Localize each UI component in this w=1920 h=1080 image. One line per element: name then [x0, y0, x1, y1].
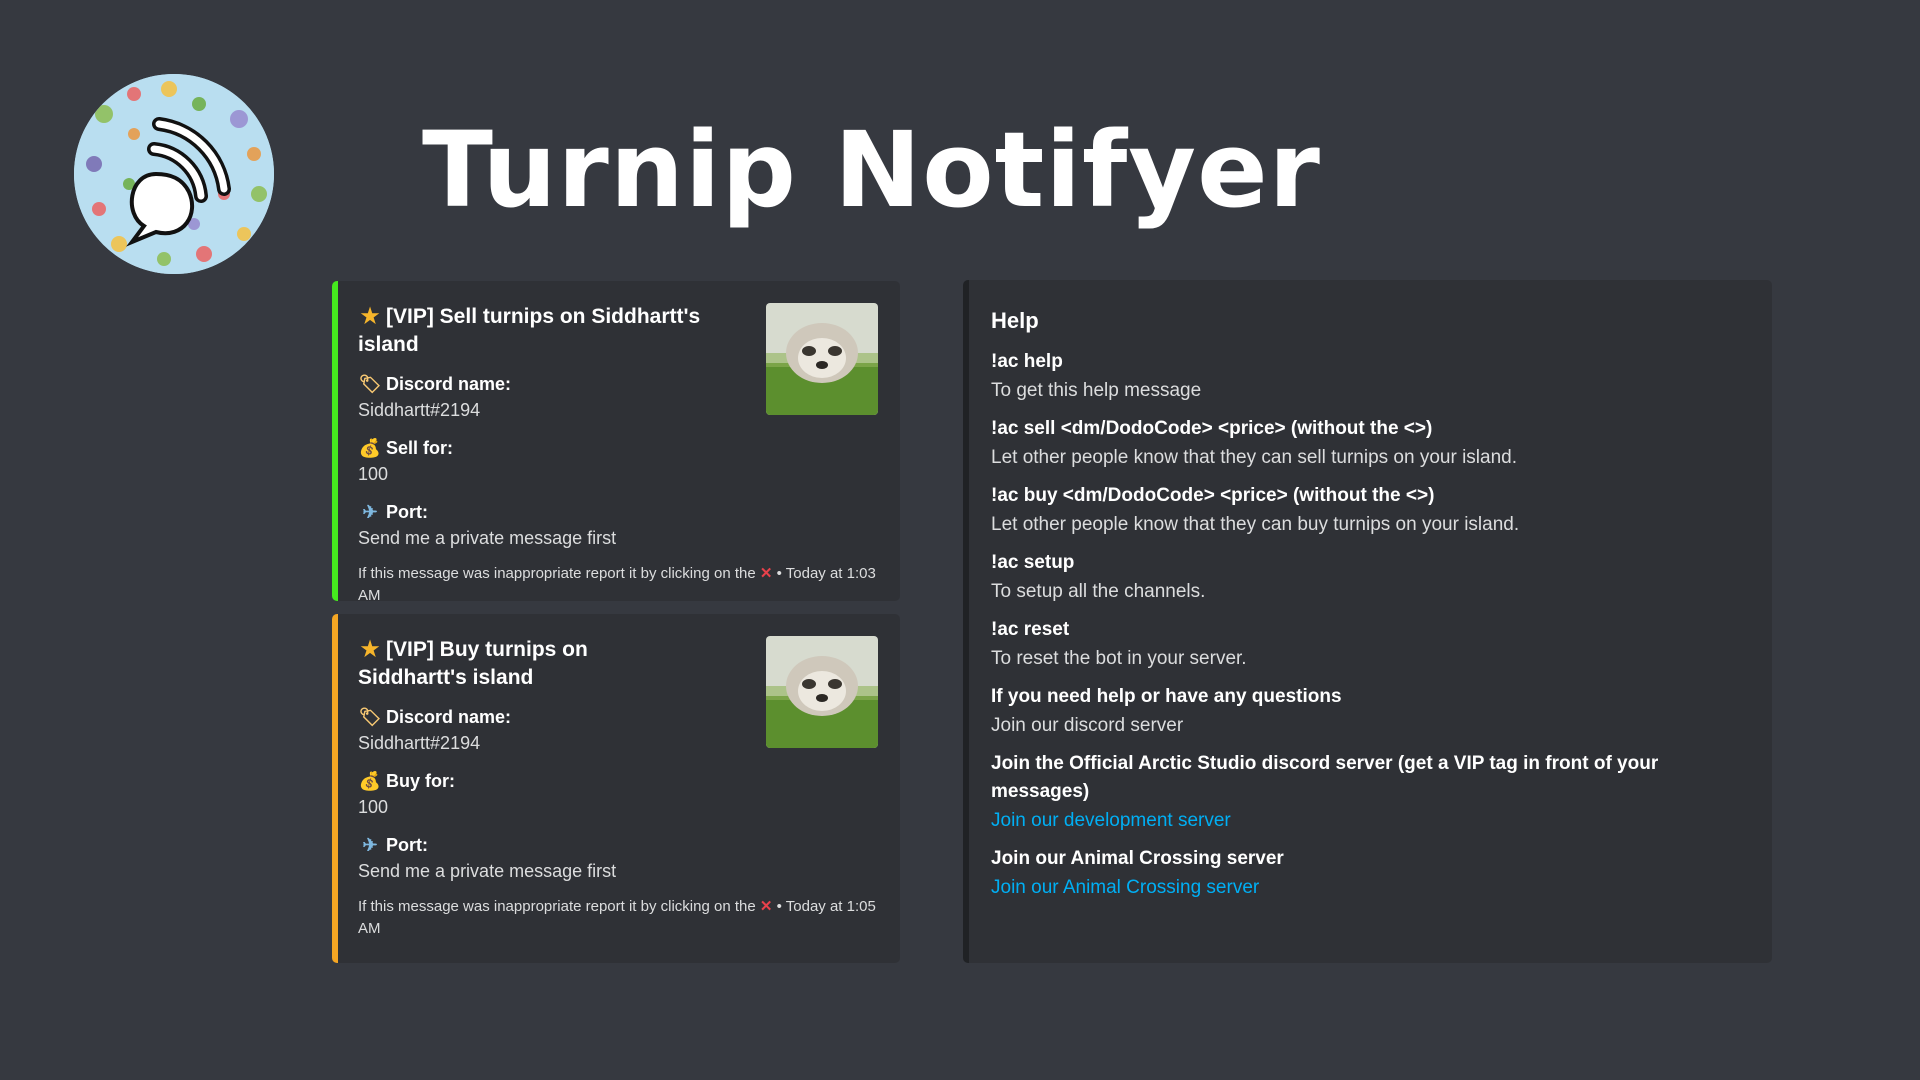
airplane-icon: ✈ — [362, 835, 378, 855]
page: Turnip Notifyer ★ [VIP] Sell turnips on S… — [0, 0, 1920, 1080]
help-field: !ac reset To reset the bot in your serve… — [991, 619, 1247, 669]
help-field: !ac help To get this help message — [991, 351, 1202, 401]
help-field: If you need help or have any questions J… — [991, 686, 1342, 736]
embed-field: ✈ Port: Send me a private message first — [358, 832, 880, 884]
sloth-thumbnail[interactable] — [766, 303, 878, 415]
help-field: !ac sell <dm/DodoCode> <price> (without … — [991, 418, 1517, 468]
help-field: Join the Official Arctic Studio discord … — [991, 750, 1750, 836]
sloth-thumbnail[interactable] — [766, 636, 878, 748]
airplane-icon: ✈ — [362, 502, 378, 522]
price-value: 100 — [358, 464, 389, 484]
port-value: Send me a private message first — [358, 528, 617, 548]
buy-embed: ★ [VIP] Buy turnips on Siddhartt's island… — [332, 614, 900, 963]
embed-field: ✈ Port: Send me a private message first — [358, 499, 880, 551]
help-field: !ac setup To setup all the channels. — [991, 552, 1206, 602]
price-value: 100 — [358, 797, 389, 817]
sell-embed: ★ [VIP] Sell turnips on Siddhartt's islan… — [332, 281, 900, 604]
cross-mark-icon[interactable]: ✕ — [760, 898, 773, 915]
money-bag-icon: 💰 — [358, 771, 382, 791]
tag-icon: 🏷 — [358, 374, 382, 394]
embed-title: ★ [VIP] Sell turnips on Siddhartt's islan… — [358, 305, 701, 356]
embed-footer: If this message was inappropriate report… — [358, 565, 876, 604]
tag-icon: 🏷 — [358, 707, 382, 727]
help-title: Help — [991, 308, 1039, 333]
star-icon: ★ — [360, 638, 380, 661]
rss-bubble-icon — [74, 74, 274, 274]
port-value: Send me a private message first — [358, 861, 617, 881]
bot-logo — [74, 74, 274, 274]
embed-footer: If this message was inappropriate report… — [358, 898, 876, 937]
embed-field: 💰 Buy for: 100 — [358, 768, 880, 820]
embed-title: ★ [VIP] Buy turnips on Siddhartt's island — [358, 638, 588, 689]
help-field: !ac buy <dm/DodoCode> <price> (without t… — [991, 485, 1520, 535]
development-server-link[interactable]: Join our development server — [991, 806, 1750, 836]
help-field: Join our Animal Crossing server Join our… — [991, 845, 1750, 903]
animal-crossing-server-link[interactable]: Join our Animal Crossing server — [991, 873, 1750, 903]
star-icon: ★ — [360, 305, 380, 328]
embed-field: 💰 Sell for: 100 — [358, 435, 880, 487]
cross-mark-icon[interactable]: ✕ — [760, 565, 773, 582]
money-bag-icon: 💰 — [358, 438, 382, 458]
page-title: Turnip Notifyer — [422, 109, 1321, 231]
help-embed: Help !ac help To get this help message !… — [963, 280, 1772, 963]
